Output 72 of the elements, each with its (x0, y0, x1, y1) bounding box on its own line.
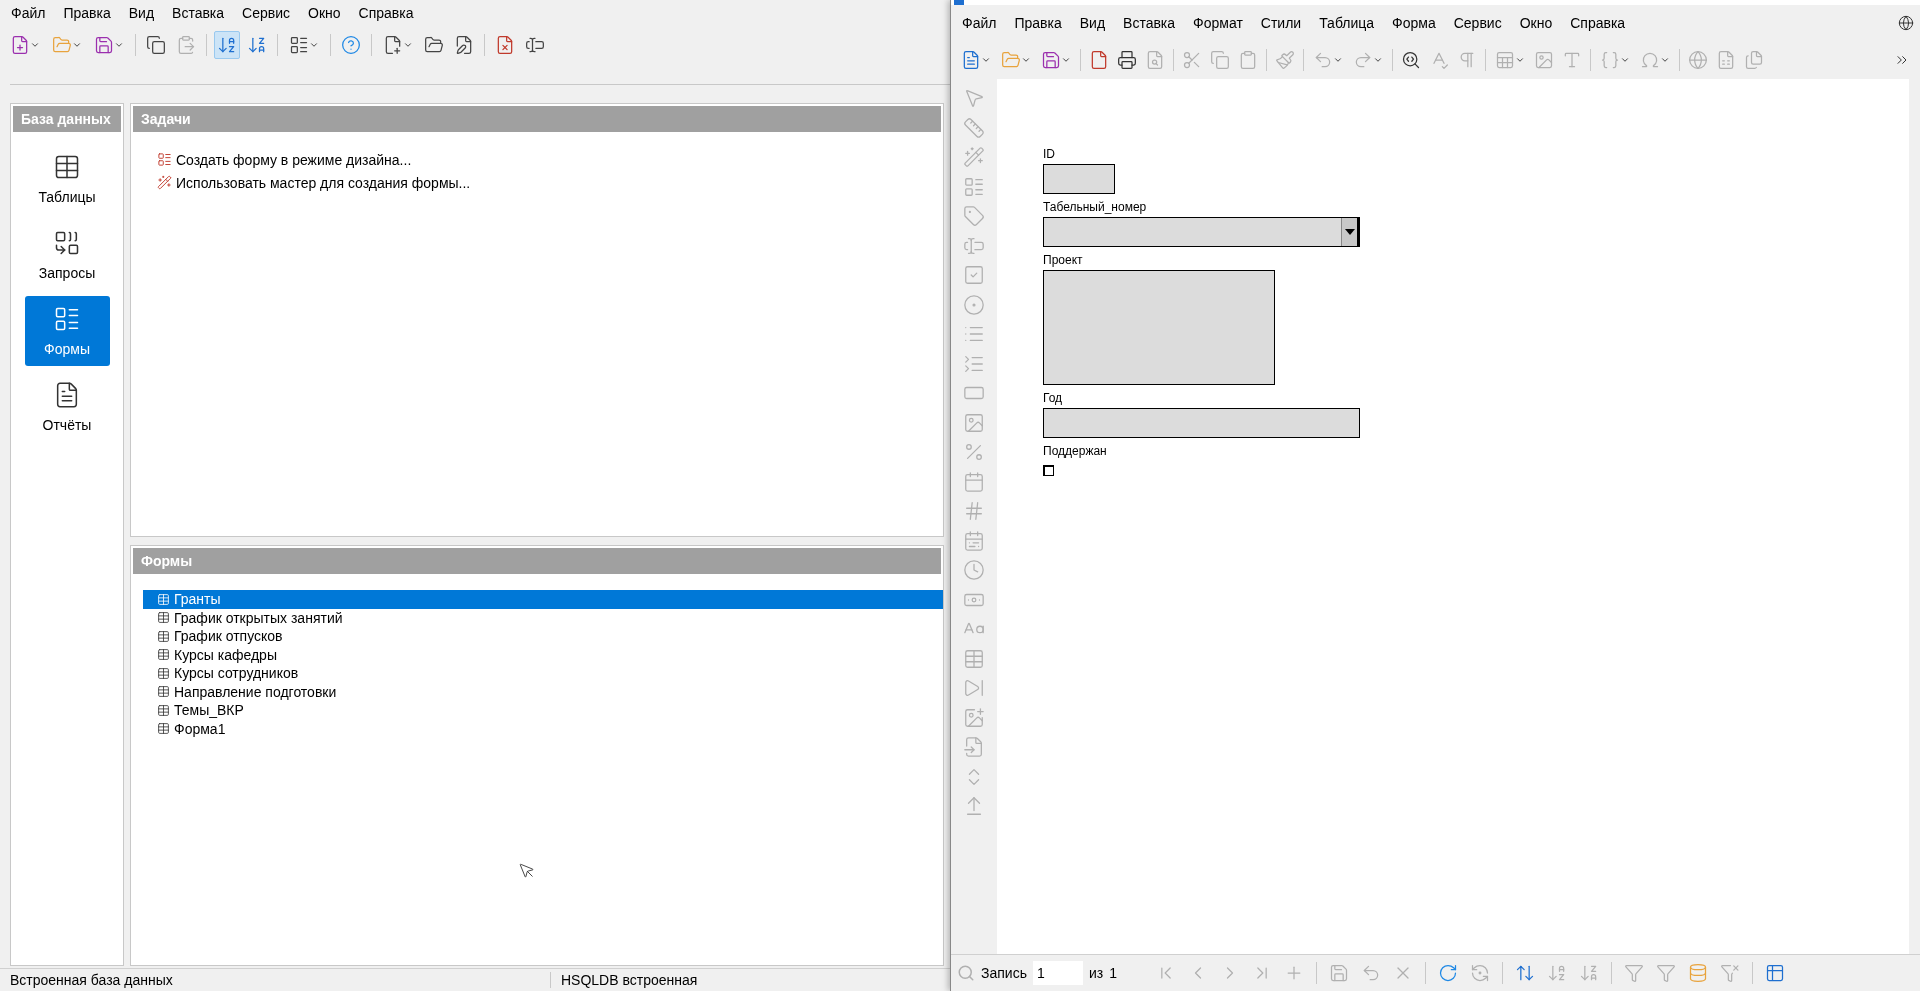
form-list-item[interactable]: Курсы кафедры (143, 645, 943, 664)
field-label: Проект (1043, 253, 1083, 267)
sort-ascending-icon[interactable] (214, 31, 240, 59)
pointer-icon[interactable] (963, 87, 985, 109)
menu-item[interactable]: Справка (349, 0, 423, 26)
form-list-item[interactable]: График отпусков (143, 627, 943, 646)
menu-item[interactable]: Формат (1184, 10, 1252, 36)
checkbox[interactable] (1043, 465, 1054, 476)
menu-item[interactable]: Вставка (1114, 10, 1185, 36)
menu-item[interactable]: Сервис (1444, 10, 1511, 36)
image-icon[interactable] (963, 411, 985, 434)
form-list-item[interactable]: График открытых занятий (143, 608, 943, 627)
menu-item[interactable]: Вставка (163, 0, 234, 26)
field-label: Год (1043, 391, 1063, 405)
menu-item[interactable]: Сервис (233, 0, 300, 26)
panel-header: Задачи (133, 106, 941, 132)
form-list-item[interactable]: Форма1 (143, 719, 943, 738)
menu-item[interactable]: Окно (1510, 10, 1562, 36)
record-count: 1 (1109, 965, 1117, 981)
menu-item[interactable]: Файл (953, 10, 1006, 36)
wand-icon[interactable] (963, 146, 985, 168)
tag-icon[interactable] (963, 205, 985, 227)
number-icon[interactable] (963, 500, 985, 522)
text-field[interactable] (1043, 408, 1360, 438)
clock-icon[interactable] (963, 559, 985, 581)
menu-item[interactable]: Форма (1383, 10, 1445, 36)
form-list-item[interactable]: Направление подготовки (143, 682, 943, 701)
form-list-item[interactable]: Гранты (143, 590, 943, 609)
record-label: Запись (981, 965, 1027, 981)
panel-header: Формы (133, 548, 941, 574)
table-icon[interactable] (963, 647, 985, 670)
radio-button-icon[interactable] (963, 293, 985, 316)
percent-icon[interactable] (963, 441, 985, 463)
calendar-icon[interactable] (963, 470, 985, 493)
pattern-field-icon[interactable] (963, 529, 985, 552)
menu-item[interactable]: Таблица (1310, 10, 1384, 36)
menu-item[interactable]: Вид (1070, 10, 1115, 36)
text-area[interactable] (1043, 270, 1275, 385)
of-label: из (1088, 965, 1104, 981)
sidebar-item[interactable]: Отчёты (24, 372, 110, 442)
menu-item[interactable]: Вид (119, 0, 164, 26)
navigation-icon[interactable] (963, 677, 985, 699)
task-link[interactable]: Создать форму в режиме дизайна... (157, 150, 412, 169)
sidebar-item[interactable]: Запросы (24, 220, 110, 290)
table-icon (53, 153, 81, 181)
search-icon[interactable] (957, 964, 975, 982)
form-list-item[interactable]: Темы_ВКР (143, 701, 943, 720)
file-select-icon[interactable] (963, 736, 985, 758)
sidebar-item[interactable]: Формы (24, 296, 110, 366)
form-list-item[interactable]: Курсы сотрудников (143, 664, 943, 683)
record-field[interactable]: 1 (1032, 961, 1083, 985)
sidebar-item[interactable]: Таблицы (24, 144, 110, 214)
menu-item[interactable]: Окно (299, 0, 350, 26)
status-text: Встроенная база данных (0, 972, 551, 988)
text-field[interactable] (1043, 164, 1115, 194)
wand-icon (157, 175, 172, 190)
menu-item[interactable]: Файл (2, 0, 55, 26)
field-label: Табельный_номер (1043, 200, 1147, 214)
menu-item[interactable]: Стили (1251, 10, 1311, 36)
combo-box[interactable] (1043, 217, 1360, 247)
mouse-pointer-icon (518, 862, 536, 880)
dropdown-button[interactable] (1341, 218, 1359, 246)
menu-item[interactable]: Справка (1561, 10, 1635, 36)
field-label: ID (1043, 147, 1055, 161)
image-button-icon[interactable] (963, 706, 985, 729)
field-label: Поддержан (1043, 444, 1107, 458)
checkbox-icon[interactable] (963, 264, 985, 286)
caret-icon (1344, 229, 1355, 235)
panel-header: База данных (13, 106, 121, 132)
menu-item[interactable]: Правка (1005, 10, 1071, 36)
menu-item[interactable]: Правка (54, 0, 120, 26)
task-link[interactable]: Использовать мастер для создания формы... (157, 173, 471, 192)
